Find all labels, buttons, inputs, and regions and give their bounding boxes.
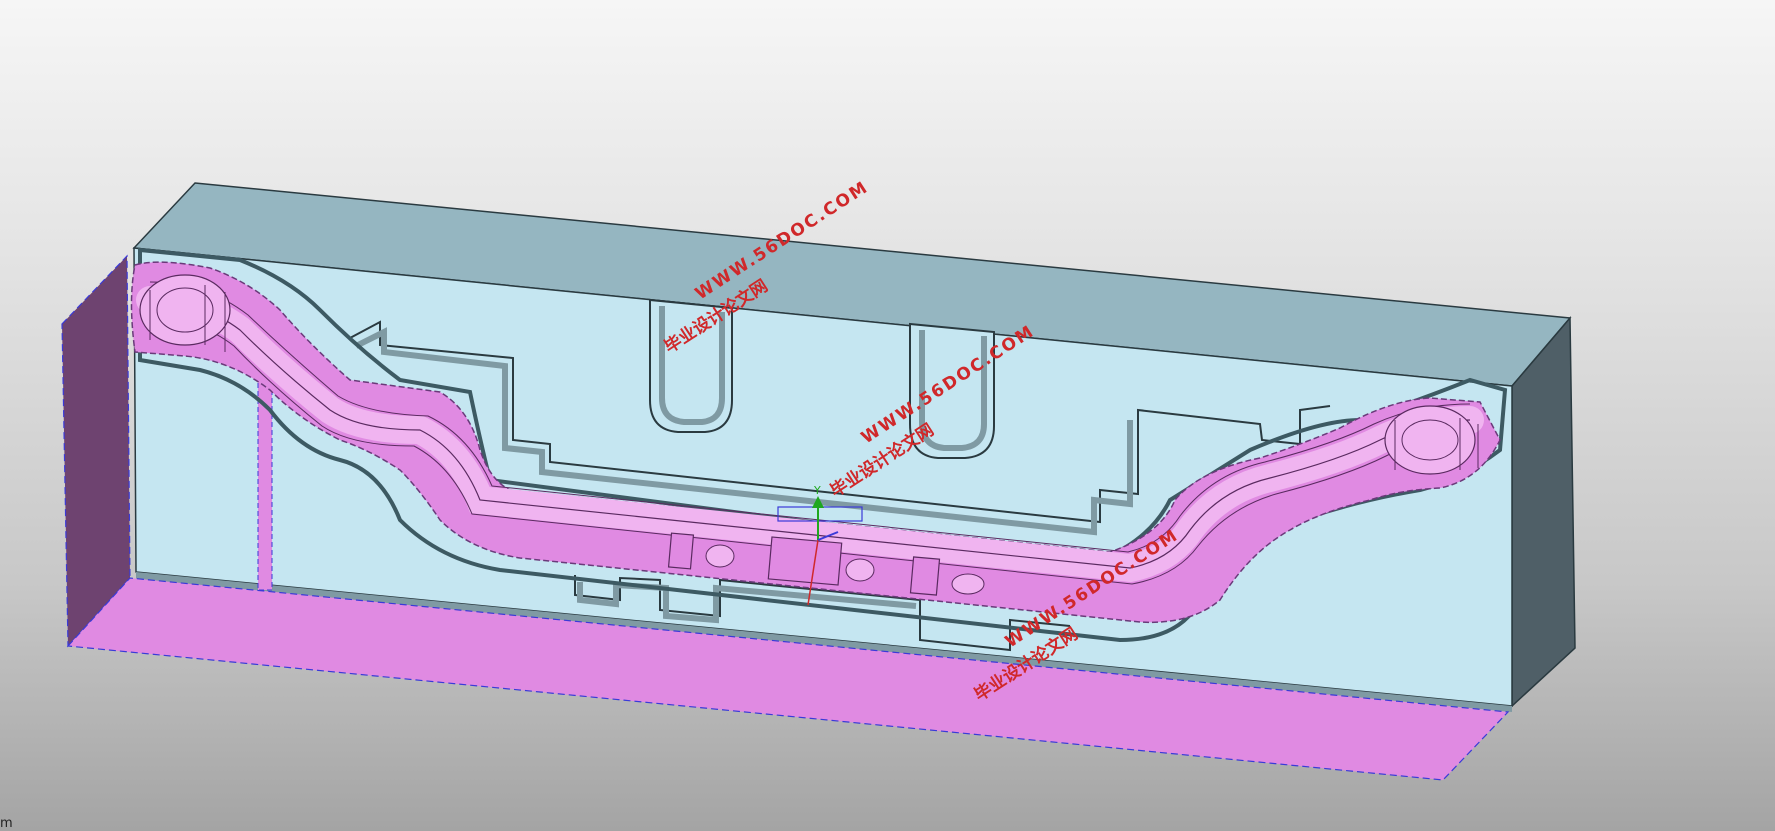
mold-right-side bbox=[1511, 316, 1576, 708]
corner-text: m bbox=[0, 816, 13, 831]
mold-model-scene[interactable]: Y WWW.56DOC.COM 毕业设计论文网 WWW.56DOC.COM 毕业… bbox=[0, 0, 1775, 831]
left-end-face bbox=[61, 254, 131, 648]
triad-y-label: Y bbox=[813, 484, 821, 497]
cad-graphics-viewport[interactable]: Y WWW.56DOC.COM 毕业设计论文网 WWW.56DOC.COM 毕业… bbox=[0, 0, 1775, 831]
